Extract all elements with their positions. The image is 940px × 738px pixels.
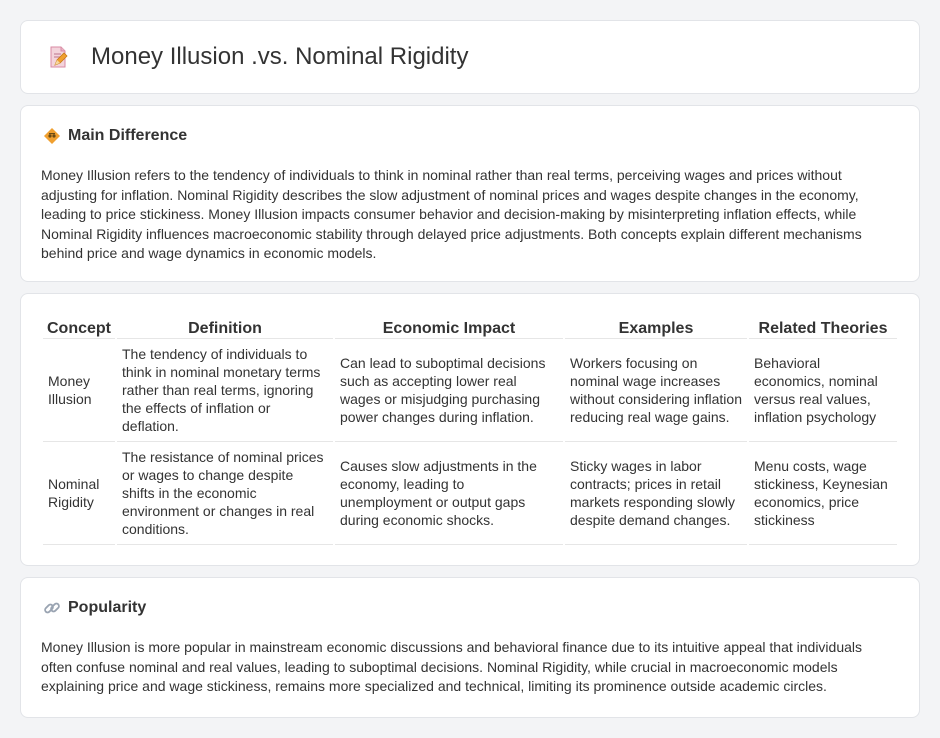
main-difference-card: Main Difference Money Illusion refers to… (20, 105, 920, 282)
popularity-card: Popularity Money Illusion is more popula… (20, 577, 920, 718)
main-difference-text: Money Illusion refers to the tendency of… (41, 167, 862, 261)
cell-definition: The tendency of individuals to think in … (117, 339, 333, 442)
cell-examples: Workers focusing on nominal wage increas… (565, 339, 747, 442)
comparison-table: Concept Definition Economic Impact Examp… (41, 315, 899, 545)
document-edit-icon (45, 44, 71, 70)
main-difference-title: Main Difference (68, 127, 188, 144)
cell-concept: Money Illusion (43, 339, 115, 442)
main-difference-heading: Main Difference (43, 127, 187, 145)
table-header-row: Concept Definition Economic Impact Examp… (43, 315, 897, 339)
comparison-table-card: Concept Definition Economic Impact Examp… (20, 293, 920, 566)
header-examples: Examples (565, 315, 747, 339)
diamond-icon (43, 127, 61, 145)
cell-examples: Sticky wages in labor contracts; prices … (565, 442, 747, 545)
cell-economic-impact: Can lead to suboptimal decisions such as… (335, 339, 563, 442)
cell-related-theories: Menu costs, wage stickiness, Keynesian e… (749, 442, 897, 545)
header-concept: Concept (43, 315, 115, 339)
header-economic-impact: Economic Impact (335, 315, 563, 339)
title-row: Money Illusion .vs. Nominal Rigidity (45, 43, 468, 71)
cell-concept: Nominal Rigidity (43, 442, 115, 545)
header-related-theories: Related Theories (749, 315, 897, 339)
header-card: Money Illusion .vs. Nominal Rigidity (20, 20, 920, 94)
popularity-heading: Popularity (43, 599, 146, 617)
popularity-text: Money Illusion is more popular in mainst… (41, 639, 863, 694)
cell-related-theories: Behavioral economics, nominal versus rea… (749, 339, 897, 442)
table-row: Nominal Rigidity The resistance of nomin… (43, 442, 897, 545)
page-title: Money Illusion .vs. Nominal Rigidity (91, 43, 469, 70)
cell-economic-impact: Causes slow adjustments in the economy, … (335, 442, 563, 545)
table-row: Money Illusion The tendency of individua… (43, 339, 897, 442)
link-icon (43, 599, 61, 617)
header-definition: Definition (117, 315, 333, 339)
cell-definition: The resistance of nominal prices or wage… (117, 442, 333, 545)
popularity-title: Popularity (68, 599, 147, 616)
